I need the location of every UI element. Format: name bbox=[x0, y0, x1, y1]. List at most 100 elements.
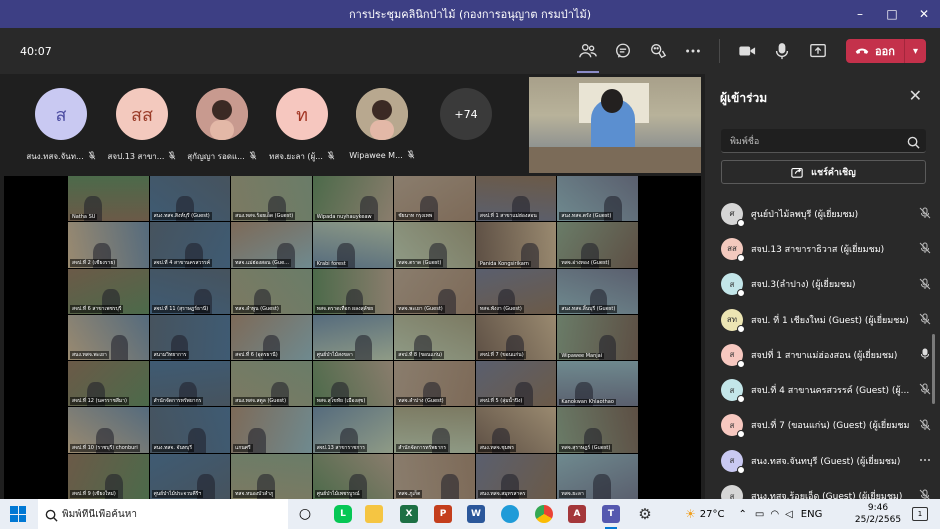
chevron-up-icon[interactable]: ⌃ bbox=[738, 509, 746, 520]
video-tile[interactable]: Natha SU bbox=[68, 176, 149, 222]
video-tile[interactable]: ทสจ.แม่ฮ่องสอน (Gue... bbox=[231, 222, 312, 268]
video-tile[interactable]: สนง.ทสจ.สตูล (Guest) bbox=[231, 361, 312, 407]
windows-start-icon[interactable] bbox=[10, 506, 26, 522]
video-tile[interactable]: สนง.ทสจ.ลิ้นบุรี (Guest) bbox=[557, 268, 638, 314]
language-indicator[interactable]: ENG bbox=[801, 509, 823, 520]
video-tile[interactable]: ศูนย์ป่าไม้สงขลา bbox=[312, 314, 394, 361]
video-tile[interactable]: ทสจ.สุโขทัย (เมืองสุข) bbox=[312, 361, 394, 407]
close-icon[interactable]: ✕ bbox=[909, 86, 922, 105]
weather-temp[interactable]: 27°C bbox=[700, 509, 725, 520]
wifi-icon[interactable]: ◠ bbox=[770, 509, 779, 520]
participant-avatar-tile[interactable]: สส สจป.13 สาขา... bbox=[102, 88, 182, 163]
share-screen-icon[interactable] bbox=[804, 37, 832, 65]
video-tile[interactable]: สนง.ทสจ.สมุทรสาคร bbox=[475, 453, 557, 499]
participant-row[interactable]: สส สจป.13 สาขาราธิวาส (ผู้เยี่ยมชม) bbox=[721, 231, 931, 266]
video-tile[interactable]: สนง.ทสจ.สิงห์บุรี (Guest) bbox=[149, 176, 231, 222]
video-tile[interactable]: Krabi forest bbox=[312, 222, 394, 268]
video-tile[interactable]: ทสจ.ลำพูน (Guest) bbox=[231, 268, 312, 314]
notification-icon[interactable]: 1 bbox=[912, 507, 928, 521]
leave-button[interactable]: ออก ▾ bbox=[846, 39, 926, 63]
self-video-preview[interactable] bbox=[529, 77, 701, 173]
video-tile[interactable]: สจป.ที่ 9 (เชียงใหม่) bbox=[68, 453, 149, 499]
more-icon[interactable] bbox=[919, 454, 931, 466]
video-tile[interactable]: ทสจ.ตราดเทือก ผลงสุลัชย bbox=[312, 268, 394, 314]
access-icon[interactable]: A bbox=[568, 505, 586, 523]
chat-icon[interactable] bbox=[609, 37, 637, 65]
participant-avatar-tile[interactable]: Wipawee M... bbox=[342, 88, 422, 161]
chrome-icon[interactable] bbox=[535, 505, 553, 523]
share-invite-button[interactable]: แชร์คำเชิญ bbox=[721, 160, 926, 184]
video-tile[interactable]: สจป.ที่ 1 สาขาแม่ฮ่องสอน bbox=[475, 176, 557, 222]
mic-off-icon[interactable] bbox=[919, 383, 931, 395]
close-window-button[interactable]: ✕ bbox=[908, 0, 940, 28]
video-tile[interactable]: สจป.ที่ 8 (ขอนแก่น) bbox=[394, 314, 475, 361]
mic-icon[interactable] bbox=[768, 37, 796, 65]
mic-on-icon[interactable] bbox=[919, 348, 931, 360]
video-tile[interactable]: ทสจ.ตราด (Guest) bbox=[394, 222, 475, 268]
settings-icon[interactable]: ⚙ bbox=[636, 505, 654, 523]
reactions-icon[interactable] bbox=[644, 37, 672, 65]
video-tile[interactable]: ศูนย์ป่าไม้เพชรบูรณ์ bbox=[312, 453, 394, 499]
word-icon[interactable]: W bbox=[467, 505, 485, 523]
powerpoint-icon[interactable]: P bbox=[434, 505, 452, 523]
video-tile[interactable]: ทสจ.หนองบัวลำภู bbox=[231, 453, 312, 499]
participant-avatar-tile[interactable]: สุกัญญา รอดแ... bbox=[182, 88, 262, 163]
video-tile[interactable]: Panida Kongsirikarn bbox=[475, 222, 557, 268]
overflow-participants[interactable]: +74 bbox=[426, 88, 506, 140]
participant-avatar-tile[interactable]: สสนง.ทสจ.จันท... bbox=[21, 88, 101, 163]
video-tile[interactable]: สจป.13 สาขาราชการ bbox=[312, 407, 394, 453]
video-tile[interactable]: Wipada nuyhauykeaw bbox=[312, 176, 394, 222]
video-tile[interactable]: สนามวิทยาการ bbox=[149, 314, 231, 361]
video-tile[interactable]: ทสจ.สุราษฎร์ (Guest) bbox=[557, 407, 638, 453]
video-tile[interactable]: สนง.ทสจ. จันทบุรี bbox=[149, 407, 231, 453]
video-tile[interactable]: ทสจ.พะเยา (Guest) bbox=[394, 268, 475, 314]
minimize-button[interactable]: – bbox=[844, 0, 876, 28]
network-icon[interactable]: ▭ bbox=[755, 509, 764, 520]
participant-row[interactable]: ส สจป.3(ลำปาง) (ผู้เยี่ยมชม) bbox=[721, 267, 931, 302]
participant-search-input[interactable] bbox=[721, 130, 891, 154]
participant-row[interactable]: ศ ศูนย์ป่าไม้ลพบุรี (ผู้เยี่ยมชม) bbox=[721, 196, 931, 231]
video-tile[interactable]: สจป.ที่ 6 สาขาเพชรบุรี bbox=[68, 268, 149, 314]
mic-off-icon[interactable] bbox=[919, 242, 931, 254]
video-tile[interactable]: สจป.ที่ 4 สาขานครสวรรค์ bbox=[149, 222, 231, 268]
video-tile[interactable]: สจป.ที่ 6 (อุดรธานี) bbox=[231, 314, 312, 361]
video-tile[interactable]: ทสจ.ภูเก็ต bbox=[394, 453, 475, 499]
excel-icon[interactable]: X bbox=[400, 505, 418, 523]
video-tile[interactable]: ทสจ.พังงา (Guest) bbox=[475, 268, 557, 314]
participant-row[interactable]: ส สจป.ที่ 4 สาขานครสวรรค์ (Guest) (ผู้... bbox=[721, 372, 931, 407]
video-tile[interactable]: Kanokwan Khlaothao bbox=[557, 361, 638, 407]
edge-icon[interactable] bbox=[501, 505, 519, 523]
line-icon[interactable]: L bbox=[334, 505, 352, 523]
video-tile[interactable]: สจป.ที่ 10 (ราชบุรี) chonburi bbox=[68, 407, 149, 453]
mic-off-icon[interactable] bbox=[919, 207, 931, 219]
video-tile[interactable]: สจป.ที่ 2 (เชียงราย) bbox=[68, 222, 149, 268]
mic-off-icon[interactable] bbox=[919, 419, 931, 431]
chevron-down-icon[interactable]: ▾ bbox=[904, 39, 926, 63]
video-tile[interactable]: สจป.ที่ 7 (ขอนแก่น) bbox=[475, 314, 557, 361]
video-tile[interactable]: สจป.ที่ 12 (นครราชสีมา) bbox=[68, 361, 149, 407]
video-tile[interactable]: Wipawee Manjai bbox=[557, 314, 638, 361]
mic-off-icon[interactable] bbox=[919, 278, 931, 290]
video-tile[interactable]: สจป.ที่ 5 (ลุ่มน้ำปิง) bbox=[475, 361, 557, 407]
taskbar-search[interactable] bbox=[38, 499, 288, 529]
participant-search[interactable] bbox=[721, 129, 926, 154]
video-tile[interactable]: ทสจ.ลำปาง (Guest) bbox=[394, 361, 475, 407]
video-tile[interactable]: สนง.ทสจ.พะเยา bbox=[68, 314, 149, 361]
video-tile[interactable]: สำนักจัดการทรัพยากร bbox=[394, 407, 475, 453]
video-tile[interactable]: ทสจ.อ่างทอง (Guest) bbox=[557, 222, 638, 268]
video-tile[interactable]: สจป.ที่ 11 (สุราษฎร์ธานี) bbox=[149, 268, 231, 314]
participant-row[interactable]: สท สจป. ที่ 1 เชียงใหม่ (Guest) (ผู้เยี่ย… bbox=[721, 302, 931, 337]
video-tile[interactable]: สนง.ทสจ.ตรัง (Guest) bbox=[557, 176, 638, 222]
video-tile[interactable]: ชัยนาท กรุงเทพ bbox=[394, 176, 475, 222]
taskbar-search-input[interactable] bbox=[62, 508, 272, 520]
task-view-icon[interactable]: ○ bbox=[296, 505, 314, 523]
search-icon[interactable] bbox=[907, 134, 920, 149]
participant-row[interactable]: ส สจปที่ 1 สาขาแม่ฮ่องสอน (ผู้เยี่ยมชม) bbox=[721, 337, 931, 372]
weather-icon[interactable]: ☀ bbox=[685, 507, 696, 521]
participant-row[interactable]: ส สนง.ทสจ.จันทบุรี (Guest) (ผู้เยี่ยมชม) bbox=[721, 443, 931, 478]
teams-icon[interactable]: T bbox=[602, 505, 620, 529]
panel-scrollbar[interactable] bbox=[932, 334, 935, 404]
video-tile[interactable]: สนง.ทสจ.ชุมพร bbox=[475, 407, 557, 453]
video-tile[interactable]: ทสจ.ยะลา bbox=[557, 453, 638, 499]
participant-row[interactable]: ส สจป.ที่ 7 (ขอนแก่น) (Guest) (ผู้เยี่ยมช… bbox=[721, 408, 931, 443]
